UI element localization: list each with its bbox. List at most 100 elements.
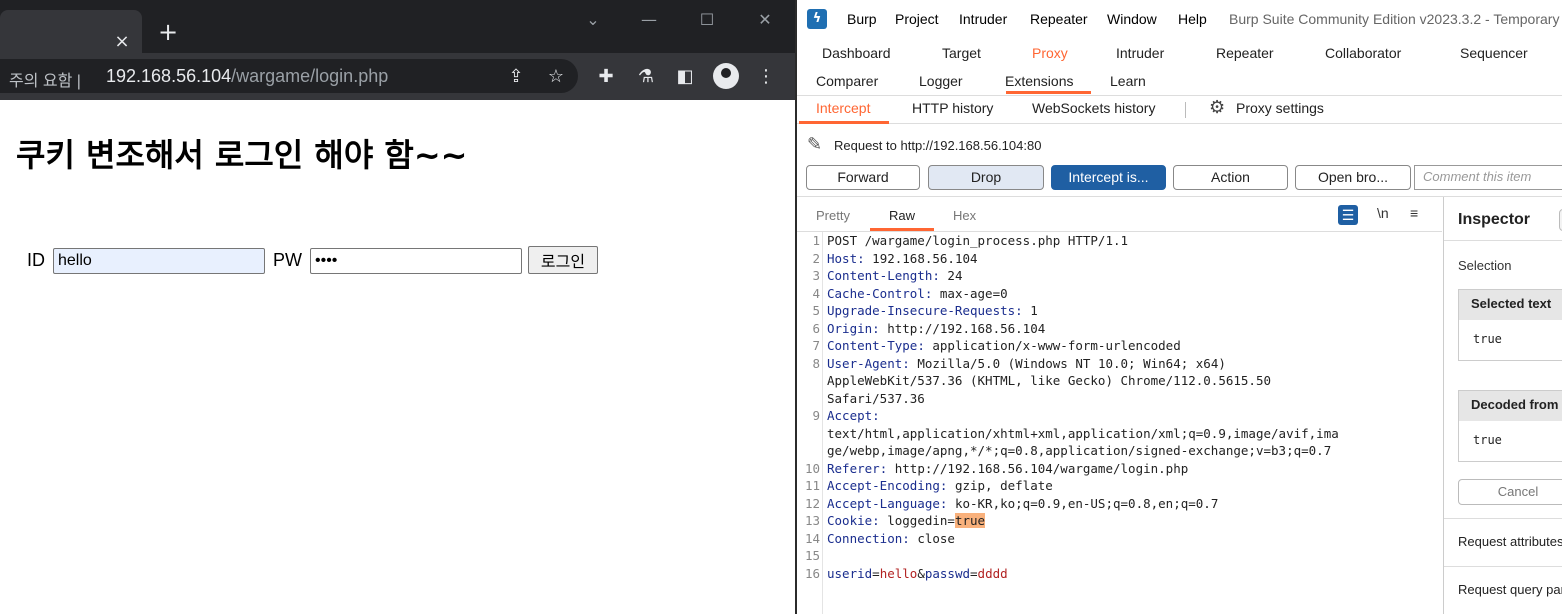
request-query-section[interactable]: Request query para	[1444, 566, 1562, 614]
line-number: 6	[812, 320, 820, 336]
tab-pretty[interactable]: Pretty	[816, 208, 850, 223]
tab-search-icon[interactable]: ⌄	[578, 8, 608, 32]
tab-dashboard[interactable]: Dashboard	[822, 45, 891, 61]
menu-icon[interactable]: ⋮	[755, 67, 777, 87]
param-equals: =	[872, 565, 880, 581]
tab-intruder[interactable]: Intruder	[1116, 45, 1164, 61]
request-line: Cache-Control: max-age=0	[827, 286, 1008, 301]
intercept-toggle-button[interactable]: Intercept is...	[1051, 165, 1166, 190]
tab-http-history[interactable]: HTTP history	[912, 100, 993, 116]
line-number: 12	[804, 495, 820, 511]
tab-sequencer[interactable]: Sequencer	[1460, 45, 1528, 61]
proxy-tab-underline	[1006, 91, 1091, 94]
request-line: AppleWebKit/537.36 (KHTML, like Gecko) C…	[827, 373, 1272, 388]
star-icon[interactable]: ☆	[545, 67, 567, 87]
security-indicator[interactable]: 주의 요함 |	[9, 67, 81, 91]
cancel-button[interactable]: Cancel	[1458, 479, 1562, 505]
sidepanel-icon[interactable]: ◧	[674, 67, 696, 87]
raw-tab-underline	[870, 228, 934, 231]
line-number: 16	[804, 565, 820, 581]
address-bar[interactable]: 주의 요함 | 192.168.56.104/wargame/login.php…	[0, 59, 578, 93]
menu-repeater[interactable]: Repeater	[1030, 11, 1088, 27]
extensions-icon[interactable]: ✚	[595, 67, 617, 87]
tab-proxy[interactable]: Proxy	[1032, 45, 1068, 61]
menu-help[interactable]: Help	[1178, 11, 1207, 27]
request-line: POST /wargame/login_process.php HTTP/1.1	[827, 233, 1129, 248]
burp-titlebar: ϟ Burp Project Intruder Repeater Window …	[797, 0, 1562, 40]
line-number: 7	[812, 338, 820, 353]
inspector-panel: Inspector Selection Selected text true D…	[1443, 197, 1562, 614]
tab-strip: × + ⌄ — ☐ ✕	[0, 0, 795, 53]
header-value: http://192.168.56.104	[879, 320, 1046, 336]
open-browser-button[interactable]: Open bro...	[1295, 165, 1411, 190]
share-icon[interactable]: ⇪	[505, 67, 527, 87]
tab-target[interactable]: Target	[942, 45, 981, 61]
login-button[interactable]: 로그인	[528, 246, 598, 274]
header-value: loggedin=	[879, 513, 955, 528]
selected-cookie-value[interactable]: true	[954, 513, 986, 528]
intercept-tab-underline	[799, 121, 889, 124]
line-number: 2	[812, 250, 820, 266]
request-line: userid=hello&passwd=dddd	[827, 566, 1008, 581]
lab-icon[interactable]: ⚗	[635, 67, 657, 87]
tab-hex[interactable]: Hex	[953, 208, 976, 223]
gear-icon[interactable]: ⚙	[1209, 97, 1225, 118]
burp-window: ϟ Burp Project Intruder Repeater Window …	[795, 0, 1562, 614]
editor-menu-icon[interactable]: ≡	[1410, 205, 1418, 221]
selected-text-box[interactable]: Selected text true	[1458, 289, 1562, 361]
maximize-icon[interactable]: ☐	[692, 8, 722, 32]
decoded-value: true	[1473, 433, 1502, 447]
close-window-icon[interactable]: ✕	[750, 8, 780, 32]
pw-input[interactable]	[310, 248, 522, 274]
param-value: hello	[879, 565, 918, 581]
decoded-box[interactable]: Decoded from true	[1458, 390, 1562, 462]
tab-raw[interactable]: Raw	[889, 208, 915, 223]
header-name: Upgrade-Insecure-Requests	[827, 303, 1016, 318]
url-text[interactable]: 192.168.56.104/wargame/login.php	[106, 66, 388, 87]
menu-window[interactable]: Window	[1107, 11, 1157, 27]
wrap-icon[interactable]: ☰	[1338, 205, 1358, 225]
header-colon: :	[917, 338, 925, 353]
request-line: Upgrade-Insecure-Requests: 1	[827, 303, 1038, 318]
new-tab-icon[interactable]: +	[156, 18, 180, 46]
pw-label: PW	[273, 250, 302, 270]
menu-intruder[interactable]: Intruder	[959, 11, 1007, 27]
header-name: User-Agent	[827, 355, 903, 371]
header-value: close	[909, 530, 955, 546]
tab-comparer[interactable]: Comparer	[816, 73, 878, 89]
tab-websockets-history[interactable]: WebSockets history	[1032, 100, 1155, 116]
browser-tab[interactable]: ×	[0, 10, 142, 53]
tab-repeater[interactable]: Repeater	[1216, 45, 1274, 61]
param-value: dddd	[977, 565, 1008, 581]
selection-label: Selection	[1458, 258, 1512, 273]
newline-toggle-icon[interactable]: \n	[1377, 205, 1389, 221]
menu-project[interactable]: Project	[895, 11, 939, 27]
header-name: Origin	[827, 320, 873, 336]
tab-close-icon[interactable]: ×	[112, 30, 132, 54]
id-input[interactable]	[53, 248, 265, 274]
tab-learn[interactable]: Learn	[1110, 73, 1146, 89]
header-value: gzip, deflate	[947, 478, 1053, 493]
tab-collaborator[interactable]: Collaborator	[1325, 45, 1401, 61]
action-button[interactable]: Action	[1173, 165, 1288, 190]
drop-button[interactable]: Drop	[928, 165, 1044, 190]
comment-input[interactable]: Comment this item	[1414, 165, 1562, 190]
header-name: Cache-Control	[827, 285, 925, 301]
page-content: 쿠키 변조해서 로그인 해야 함~~ ID PW 로그인	[0, 100, 795, 614]
tab-logger[interactable]: Logger	[919, 73, 963, 89]
profile-icon[interactable]	[713, 63, 739, 89]
request-line: Connection: close	[827, 531, 955, 546]
tab-intercept[interactable]: Intercept	[816, 100, 870, 116]
proxy-settings-link[interactable]: Proxy settings	[1236, 100, 1324, 116]
tab-extensions[interactable]: Extensions	[1005, 73, 1073, 89]
forward-button[interactable]: Forward	[806, 165, 920, 190]
line-number: 10	[804, 460, 820, 476]
menu-burp[interactable]: Burp	[847, 11, 877, 27]
request-line: ge/webp,image/apng,*/*;q=0.8,application…	[827, 443, 1332, 458]
header-colon: :	[902, 355, 910, 371]
line-number: 1	[812, 233, 820, 248]
request-line: text/html,application/xhtml+xml,applicat…	[827, 425, 1339, 441]
minimize-icon[interactable]: —	[634, 8, 664, 32]
request-attributes-section[interactable]: Request attributes	[1444, 518, 1562, 566]
header-value: application/x-www-form-urlencoded	[924, 338, 1181, 353]
